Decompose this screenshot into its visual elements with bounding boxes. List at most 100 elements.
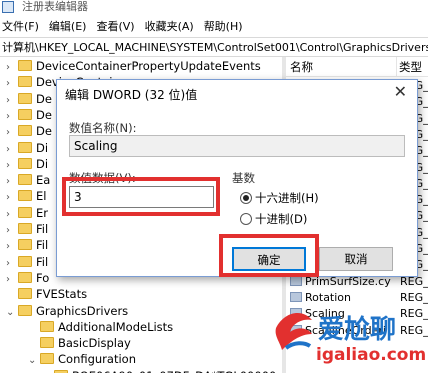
tree-item[interactable]: › Di <box>6 155 48 173</box>
chevron-down-icon[interactable]: ⌄ <box>28 352 40 370</box>
radio-selected-icon <box>240 192 252 204</box>
value-name-text: ScanlineOrderi <box>305 323 386 337</box>
tree-item-label: AdditionalModeLists <box>58 319 174 334</box>
folder-icon <box>18 157 32 169</box>
value-name-cell: ScanlineOrderi <box>290 322 386 340</box>
folder-icon <box>18 76 32 88</box>
tree-item[interactable]: › De <box>6 90 52 108</box>
address-bar[interactable]: 计算机\HKEY_LOCAL_MACHINE\SYSTEM\ControlSet… <box>0 37 428 57</box>
registry-value-icon <box>290 324 302 335</box>
menu-item[interactable]: 文件(F) <box>2 18 39 36</box>
value-name-cell: Scaling <box>290 305 345 323</box>
folder-icon <box>18 141 32 153</box>
folder-icon <box>40 353 54 365</box>
folder-icon <box>18 223 32 234</box>
tree-item[interactable]: › El <box>6 187 46 205</box>
tree-item[interactable]: › Fil <box>6 236 48 254</box>
radio-dec[interactable]: 十进制(D) <box>240 212 307 226</box>
menu-item[interactable]: 收藏夹(A) <box>145 18 194 36</box>
tree-item[interactable]: › De <box>6 122 52 140</box>
folder-icon <box>40 337 54 349</box>
tree-item[interactable]: ⌄ Configuration <box>28 350 136 368</box>
registry-value-icon <box>290 291 302 302</box>
menu-item[interactable]: 查看(V) <box>96 18 134 36</box>
column-name-header[interactable]: 名称 <box>290 57 313 77</box>
tree-item[interactable]: › De <box>6 106 52 124</box>
tree-item-label: Er <box>36 205 48 220</box>
base-group-label: 基数 <box>232 171 255 185</box>
folder-icon <box>18 304 32 316</box>
folder-icon <box>18 239 32 251</box>
tree-item[interactable]: ⌄ GraphicsDrivers <box>6 302 128 320</box>
tree-item-label: BasicDisplay <box>58 336 131 351</box>
folder-icon <box>18 108 32 120</box>
tree-item-label: Fil <box>36 254 49 269</box>
tree-item-label: Configuration <box>58 352 136 367</box>
regedit-app-icon <box>2 1 14 13</box>
tree-item-label: BOE06A90_01_07DF_DA*TGL00000_0 <box>72 369 282 373</box>
tree-item-label: GraphicsDrivers <box>36 303 129 318</box>
registry-value-icon <box>290 275 302 286</box>
cancel-button[interactable]: 取消 <box>319 247 393 271</box>
tree-item[interactable]: FVEStats <box>6 285 87 303</box>
tree-item-label: De <box>36 107 52 122</box>
registry-value-icon <box>290 308 302 319</box>
folder-icon <box>18 60 32 71</box>
menu-bar: 文件(F) 编辑(E) 查看(V) 收藏夹(A) 帮助(H) <box>0 18 428 36</box>
highlight-data-input <box>62 177 220 216</box>
tree-item-label: El <box>36 189 47 204</box>
radio-dec-label: 十进制(D) <box>255 212 308 226</box>
tree-item[interactable]: › Di <box>6 139 48 157</box>
tree-item-label: Di <box>36 156 49 171</box>
tree-item-label: Ea <box>36 173 51 188</box>
value-name-text: Scaling <box>305 307 345 321</box>
folder-icon <box>18 174 32 186</box>
list-row[interactable]: Rotation REG_ <box>286 289 428 307</box>
column-type-header[interactable]: 类型 <box>396 57 422 77</box>
menu-item[interactable]: 帮助(H) <box>204 18 243 36</box>
list-row[interactable]: Scaling REG_ <box>286 305 428 323</box>
chevron-right-icon[interactable]: › <box>42 369 54 373</box>
close-icon[interactable]: ✕ <box>394 82 407 101</box>
tree-item-label: Fil <box>36 238 49 253</box>
tree-item-label: DeviceContainerPropertyUpdateEvents <box>36 59 261 73</box>
tree-item[interactable]: › Fil <box>6 253 48 271</box>
tree-item[interactable]: › DeviceContainerPropertyUpdateEvents <box>6 57 261 75</box>
tree-item-label: Fil <box>36 222 49 236</box>
list-header: 名称 类型 <box>286 57 428 77</box>
regedit-window: 注册表编辑器 文件(F) 编辑(E) 查看(V) 收藏夹(A) 帮助(H) 计算机\HK… <box>0 0 428 373</box>
folder-icon <box>18 92 32 104</box>
tree-item[interactable]: › Ea <box>6 171 50 189</box>
dialog-title: 编辑 DWORD (32 位)值 <box>65 88 198 102</box>
value-name-label: 数值名称(N): <box>69 121 137 135</box>
value-name-text: Rotation <box>305 290 352 304</box>
window-title: 注册表编辑器 <box>22 0 88 13</box>
folder-icon <box>18 271 32 283</box>
radio-hex[interactable]: 十六进制(H) <box>240 191 319 205</box>
folder-icon <box>18 206 32 218</box>
chevron-down-icon[interactable]: ⌄ <box>6 304 18 322</box>
title-bar: 注册表编辑器 <box>0 0 428 15</box>
folder-icon <box>18 255 32 267</box>
folder-icon <box>18 125 32 137</box>
value-type-cell: REG_ <box>400 290 428 304</box>
value-type-cell: REG_ <box>400 323 428 337</box>
tree-item-label: De <box>36 91 52 106</box>
value-name-field: Scaling <box>69 135 405 157</box>
folder-icon <box>18 288 32 300</box>
tree-item-label: FVEStats <box>36 287 88 302</box>
tree-item[interactable]: › Fo <box>6 269 49 287</box>
list-row[interactable]: ScanlineOrderi REG_ <box>286 322 428 340</box>
tree-item-label: Di <box>36 140 49 155</box>
radio-empty-icon <box>240 213 252 225</box>
tree-item[interactable]: › Fil <box>6 220 48 238</box>
value-type-cell: REG_ <box>400 307 428 321</box>
tree-item[interactable]: › Er <box>6 204 48 222</box>
tree-item[interactable]: › BOE06A90_01_07DF_DA*TGL00000_0 <box>42 367 282 373</box>
tree-item[interactable]: AdditionalModeLists <box>28 318 173 336</box>
menu-item[interactable]: 编辑(E) <box>49 18 87 36</box>
tree-item-label: De <box>36 124 52 139</box>
radio-hex-label: 十六进制(H) <box>255 191 319 205</box>
tree-item[interactable]: BasicDisplay <box>28 334 131 352</box>
folder-icon <box>40 320 54 332</box>
